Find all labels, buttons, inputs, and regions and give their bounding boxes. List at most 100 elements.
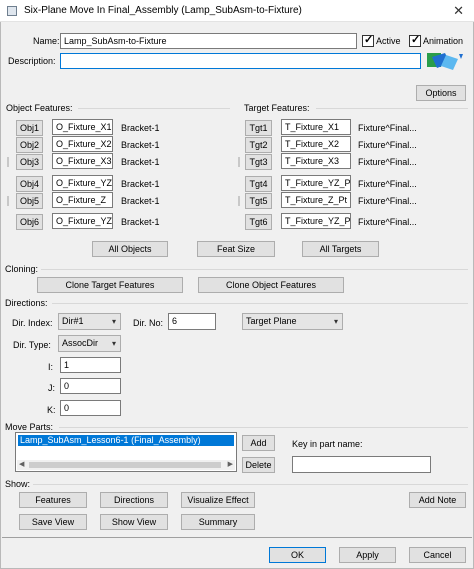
visualize-effect-button[interactable]: Visualize Effect xyxy=(181,492,255,508)
cloning-divider xyxy=(41,269,468,270)
target-feature-field[interactable]: T_Fixture_YZ_P xyxy=(281,213,351,229)
plane-select[interactable]: Target Plane ▾ xyxy=(242,313,343,330)
group-separator xyxy=(238,196,240,206)
clone-object-features-button[interactable]: Clone Object Features xyxy=(198,277,344,293)
target-part-label: Fixture^Final... xyxy=(358,140,417,150)
target-part-label: Fixture^Final... xyxy=(358,179,417,189)
all-objects-button[interactable]: All Objects xyxy=(92,241,168,257)
object-feature-field[interactable]: O_Fixture_X2 xyxy=(52,136,113,152)
target-part-label: Fixture^Final... xyxy=(358,217,417,227)
group-separator xyxy=(7,196,9,206)
i-input[interactable]: 1 xyxy=(60,357,121,373)
directions-divider xyxy=(52,303,468,304)
coordinate-system-icon[interactable] xyxy=(426,50,466,72)
tgt-button[interactable]: Tgt6 xyxy=(245,214,272,230)
chevron-down-icon: ▾ xyxy=(333,317,338,326)
k-input[interactable]: 0 xyxy=(60,400,121,416)
obj-button[interactable]: Obj2 xyxy=(16,137,43,153)
target-feature-field[interactable]: T_Fixture_Z_Pt xyxy=(281,192,351,208)
obj-button[interactable]: Obj3 xyxy=(16,154,43,170)
summary-button[interactable]: Summary xyxy=(181,514,255,530)
dir-type-value: AssocDir xyxy=(62,338,99,348)
dir-index-value: Dir#1 xyxy=(62,316,84,326)
tgt-button[interactable]: Tgt3 xyxy=(245,154,272,170)
clone-target-features-button[interactable]: Clone Target Features xyxy=(37,277,183,293)
apply-button[interactable]: Apply xyxy=(339,547,396,563)
description-input[interactable] xyxy=(60,53,421,69)
horizontal-scrollbar[interactable]: ◀ ▶ xyxy=(17,460,235,470)
app-icon xyxy=(7,6,17,16)
save-view-button[interactable]: Save View xyxy=(19,514,87,530)
target-part-label: Fixture^Final... xyxy=(358,196,417,206)
directions-header: Directions: xyxy=(5,298,48,308)
active-label: Active xyxy=(376,36,401,46)
obj-button[interactable]: Obj5 xyxy=(16,193,43,209)
move-parts-list[interactable]: Lamp_SubAsm_Lesson6-1 (Final_Assembly) ◀… xyxy=(15,432,237,472)
add-note-button[interactable]: Add Note xyxy=(409,492,466,508)
show-header: Show: xyxy=(5,479,31,489)
cancel-button[interactable]: Cancel xyxy=(409,547,466,563)
tgt-button[interactable]: Tgt4 xyxy=(245,176,272,192)
object-part-label: Bracket-1 xyxy=(121,179,160,189)
chevron-down-icon: ▾ xyxy=(111,339,116,348)
object-part-label: Bracket-1 xyxy=(121,217,160,227)
animation-checkbox[interactable]: ✓ xyxy=(409,34,421,47)
active-checkbox[interactable]: ✓ xyxy=(362,34,374,47)
group-separator xyxy=(238,157,240,167)
directions-button[interactable]: Directions xyxy=(100,492,168,508)
object-feature-field[interactable]: O_Fixture_X1 xyxy=(52,119,113,135)
tgt-button[interactable]: Tgt5 xyxy=(245,193,272,209)
show-view-button[interactable]: Show View xyxy=(100,514,168,530)
description-label: Description: xyxy=(8,56,56,66)
object-part-label: Bracket-1 xyxy=(121,196,160,206)
animation-label: Animation xyxy=(423,36,464,46)
check-icon: ✓ xyxy=(364,34,374,46)
target-feature-field[interactable]: T_Fixture_X2 xyxy=(281,136,351,152)
features-button[interactable]: Features xyxy=(19,492,87,508)
tgt-button[interactable]: Tgt2 xyxy=(245,137,272,153)
dir-no-input[interactable]: 6 xyxy=(168,313,216,330)
obj-button[interactable]: Obj1 xyxy=(16,120,43,136)
object-feature-field[interactable]: O_Fixture_X3 xyxy=(52,153,113,169)
target-feature-field[interactable]: T_Fixture_X3 xyxy=(281,153,351,169)
dir-type-select[interactable]: AssocDir ▾ xyxy=(58,335,121,352)
name-label: Name: xyxy=(33,36,60,46)
window-title: Six-Plane Move In Final_Assembly (Lamp_S… xyxy=(24,5,302,16)
name-input[interactable]: Lamp_SubAsm-to-Fixture xyxy=(60,33,357,49)
delete-part-button[interactable]: Delete xyxy=(242,457,275,473)
object-feature-field[interactable]: O_Fixture_YZ xyxy=(52,175,113,191)
object-part-label: Bracket-1 xyxy=(121,140,160,150)
dir-index-label: Dir. Index: xyxy=(12,318,53,328)
object-feature-field[interactable]: O_Fixture_Z xyxy=(52,192,113,208)
check-icon: ✓ xyxy=(411,34,421,46)
object-features-divider xyxy=(78,108,230,109)
feat-size-button[interactable]: Feat Size xyxy=(197,241,275,257)
target-feature-field[interactable]: T_Fixture_YZ_P xyxy=(281,175,351,191)
j-input[interactable]: 0 xyxy=(60,378,121,394)
ok-button[interactable]: OK xyxy=(269,547,326,563)
tgt-button[interactable]: Tgt1 xyxy=(245,120,272,136)
list-item[interactable]: Lamp_SubAsm_Lesson6-1 (Final_Assembly) xyxy=(18,435,234,446)
add-part-button[interactable]: Add xyxy=(242,435,275,451)
options-button[interactable]: Options xyxy=(416,85,466,101)
scrollbar-thumb[interactable] xyxy=(29,462,221,468)
target-part-label: Fixture^Final... xyxy=(358,157,417,167)
cloning-header: Cloning: xyxy=(5,264,39,274)
obj-button[interactable]: Obj4 xyxy=(16,176,43,192)
key-in-part-name-input[interactable] xyxy=(292,456,431,473)
chevron-down-icon: ▾ xyxy=(111,317,116,326)
all-targets-button[interactable]: All Targets xyxy=(302,241,379,257)
move-parts-divider xyxy=(59,427,468,428)
close-icon[interactable]: ✕ xyxy=(453,3,464,19)
scroll-left-icon[interactable]: ◀ xyxy=(19,460,24,470)
object-part-label: Bracket-1 xyxy=(121,157,160,167)
target-feature-field[interactable]: T_Fixture_X1 xyxy=(281,119,351,135)
dir-index-select[interactable]: Dir#1 ▾ xyxy=(58,313,121,330)
obj-button[interactable]: Obj6 xyxy=(16,214,43,230)
plane-value: Target Plane xyxy=(246,316,297,326)
scroll-right-icon[interactable]: ▶ xyxy=(228,460,233,470)
target-features-header: Target Features: xyxy=(244,103,310,113)
show-divider xyxy=(33,484,468,485)
object-feature-field[interactable]: O_Fixture_YZ xyxy=(52,213,113,229)
group-separator xyxy=(7,157,9,167)
